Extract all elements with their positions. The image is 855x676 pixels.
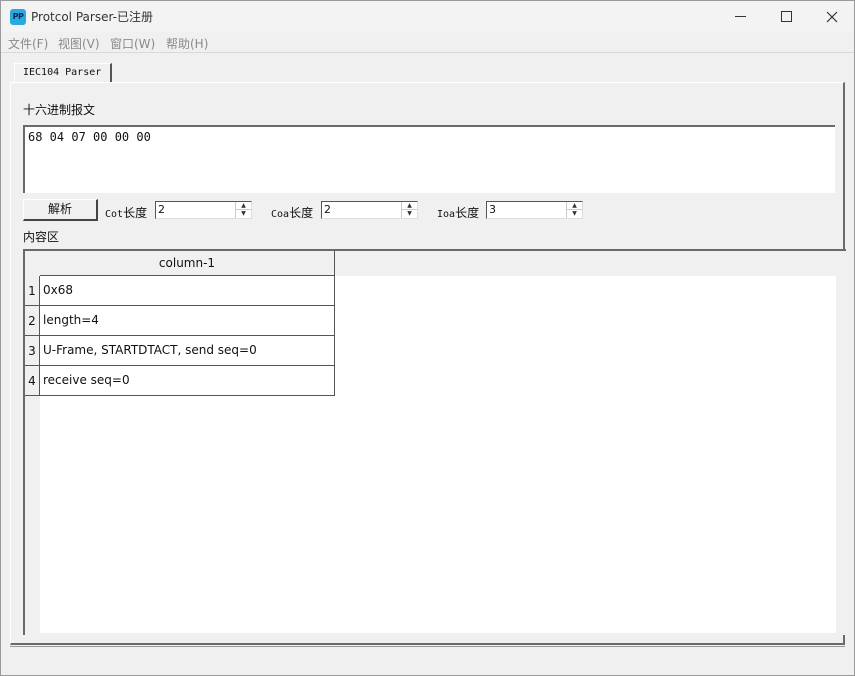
app-window: PP Protcol Parser-已注册 文件(F) 视图(V) 窗口(W) … [0,0,855,676]
hex-input[interactable]: 68 04 07 00 00 00 [23,125,835,193]
status-divider [10,646,845,647]
hex-input-value: 68 04 07 00 00 00 [28,130,151,144]
menu-file[interactable]: 文件(F) [8,35,48,52]
column-header[interactable]: column-1 [40,251,335,276]
window-title: Protcol Parser-已注册 [31,10,153,24]
table-cell[interactable]: U-Frame, STARTDTACT, send seq=0 [40,336,335,366]
minimize-icon [734,16,746,17]
close-button[interactable] [809,1,855,32]
maximize-button[interactable] [763,1,809,32]
menu-help[interactable]: 帮助(H) [166,35,208,52]
menu-view[interactable]: 视图(V) [58,35,100,52]
close-icon [826,11,838,22]
spin-down-icon[interactable]: ▼ [402,210,417,218]
coa-length-label: Coa长度 [271,206,314,220]
spin-up-icon[interactable]: ▲ [567,202,582,210]
coa-length-value: 2 [324,203,331,216]
menu-bar: 文件(F) 视图(V) 窗口(W) 帮助(H) [1,32,854,53]
app-icon: PP [10,9,26,25]
cot-length-spinbox[interactable]: 2 ▲ ▼ [155,201,252,219]
spin-up-icon[interactable]: ▲ [236,202,251,210]
tab-iec104-parser[interactable]: IEC104 Parser [14,63,112,83]
title-bar[interactable]: PP Protcol Parser-已注册 [1,1,854,32]
cot-length-label: Cot长度 [105,206,148,220]
parse-button[interactable]: 解析 [23,199,98,221]
maximize-icon [780,11,792,22]
ioa-length-spinbox[interactable]: 3 ▲ ▼ [486,201,583,219]
table-cell[interactable]: length=4 [40,306,335,336]
grid-corner [25,251,40,276]
spin-down-icon[interactable]: ▼ [236,210,251,218]
minimize-button[interactable] [717,1,763,32]
spin-down-icon[interactable]: ▼ [567,210,582,218]
menu-window[interactable]: 窗口(W) [110,35,155,52]
table-cell[interactable]: receive seq=0 [40,366,335,396]
tab-panel: 十六进制报文 68 04 07 00 00 00 解析 Cot长度 2 ▲ ▼ … [10,82,846,645]
table-cell[interactable]: 0x68 [40,276,335,306]
row-header[interactable]: 1 [25,276,40,306]
cot-length-value: 2 [158,203,165,216]
ioa-length-value: 3 [489,203,496,216]
ioa-length-label: Ioa长度 [437,206,480,220]
row-header[interactable]: 4 [25,366,40,396]
hex-label: 十六进制报文 [23,103,96,117]
content-grid[interactable]: column-1 1 0x68 2 length=4 3 U-Frame, ST… [23,249,846,635]
spin-up-icon[interactable]: ▲ [402,202,417,210]
coa-length-spinbox[interactable]: 2 ▲ ▼ [321,201,418,219]
content-label: 内容区 [23,230,60,244]
row-header[interactable]: 2 [25,306,40,336]
row-header[interactable]: 3 [25,336,40,366]
tab-label: IEC104 Parser [23,67,102,78]
client-area: IEC104 Parser 十六进制报文 68 04 07 00 00 00 解… [2,54,854,675]
